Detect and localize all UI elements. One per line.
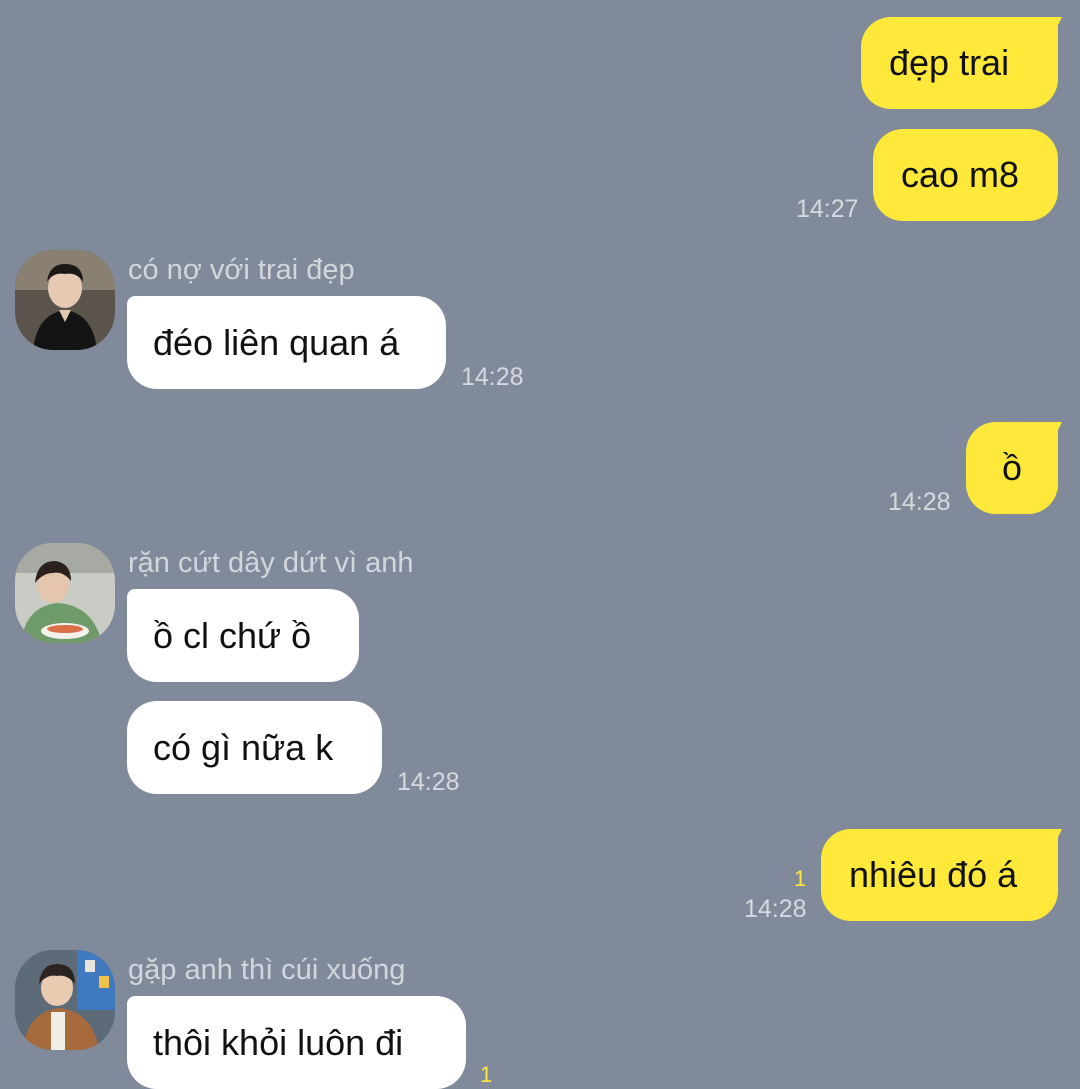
avatar[interactable] [15,950,115,1050]
message-text: nhiêu đó á [849,854,1018,895]
avatar-photo-icon [15,950,115,1050]
outgoing-message-bubble[interactable]: cao m8 [873,129,1058,221]
bubble-tail-icon [1040,17,1062,45]
sender-name: rặn cứt dây dứt vì anh [128,547,414,579]
sender-name: có nợ với trai đẹp [128,254,355,286]
incoming-message-bubble[interactable]: có gì nữa k [127,701,382,794]
avatar[interactable] [15,543,115,643]
message-text: ồ [1001,447,1023,488]
message-text: đéo liên quan á [153,321,400,363]
outgoing-message-bubble[interactable]: nhiêu đó á [821,829,1058,921]
incoming-message-bubble[interactable]: ồ cl chứ ồ [127,589,359,682]
outgoing-message-bubble[interactable]: đẹp trai [861,17,1058,109]
incoming-message-bubble[interactable]: đéo liên quan á [127,296,446,389]
message-text: đẹp trai [889,42,1010,83]
message-timestamp: 14:27 [796,195,859,223]
avatar-photo-icon [15,543,115,643]
message-timestamp: 14:28 [397,768,460,796]
avatar-photo-icon [15,250,115,350]
bubble-tail-icon [1040,422,1062,450]
message-text: cao m8 [901,154,1020,195]
message-timestamp: 14:28 [888,488,951,516]
avatar[interactable] [15,250,115,350]
unread-count: 1 [480,1062,493,1087]
sender-name: gặp anh thì cúi xuống [128,954,406,986]
message-timestamp: 14:28 [744,895,807,923]
message-text: thôi khỏi luôn đi [153,1021,404,1063]
message-text: ồ cl chứ ồ [153,614,312,656]
message-timestamp: 14:28 [461,363,524,391]
message-text: có gì nữa k [153,726,334,768]
incoming-message-bubble[interactable]: thôi khỏi luôn đi [127,996,466,1089]
bubble-tail-icon [1040,829,1062,857]
unread-count: 1 [794,866,807,891]
